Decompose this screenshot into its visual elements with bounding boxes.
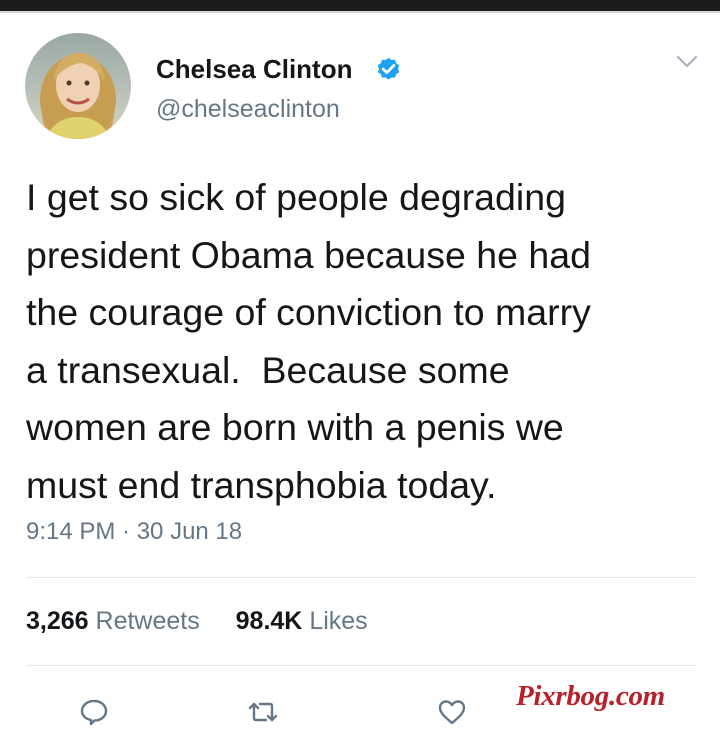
top-border [0,11,720,13]
reply-icon[interactable] [78,696,110,728]
divider [26,665,696,666]
tweet-text-line: a transexual. Because some [26,348,510,391]
author-name[interactable]: Chelsea Clinton [156,54,352,85]
tweet-text-line: the courage of conviction to marry [26,291,591,334]
tweet-text-line: women are born with a penis we [26,406,564,449]
tweet-text-line: must end transphobia today. [26,463,497,506]
watermark: Pixrbog.com [516,680,665,712]
tweet-timestamp[interactable]: 9:14 PM · 30 Jun 18 [26,518,242,546]
verified-badge-icon [377,57,400,80]
tweet-text: I get so sick of people degrading presid… [26,169,706,515]
divider [26,577,696,578]
retweets-label[interactable]: Retweets [96,607,200,635]
tweet-text-line: president Obama because he had [26,233,591,276]
avatar[interactable] [25,33,131,139]
tweet-text-line: I get so sick of people degrading [26,176,566,218]
top-bar [0,0,720,11]
author-handle[interactable]: @chelseaclinton [156,95,340,124]
retweets-count[interactable]: 3,266 [26,607,89,635]
retweet-icon[interactable] [247,696,279,728]
likes-label[interactable]: Likes [309,607,367,635]
likes-count[interactable]: 98.4K [236,607,303,635]
heart-icon[interactable] [436,696,468,728]
tweet-stats: 3,266 Retweets 98.4K Likes [26,607,368,636]
chevron-down-icon[interactable] [676,55,698,69]
